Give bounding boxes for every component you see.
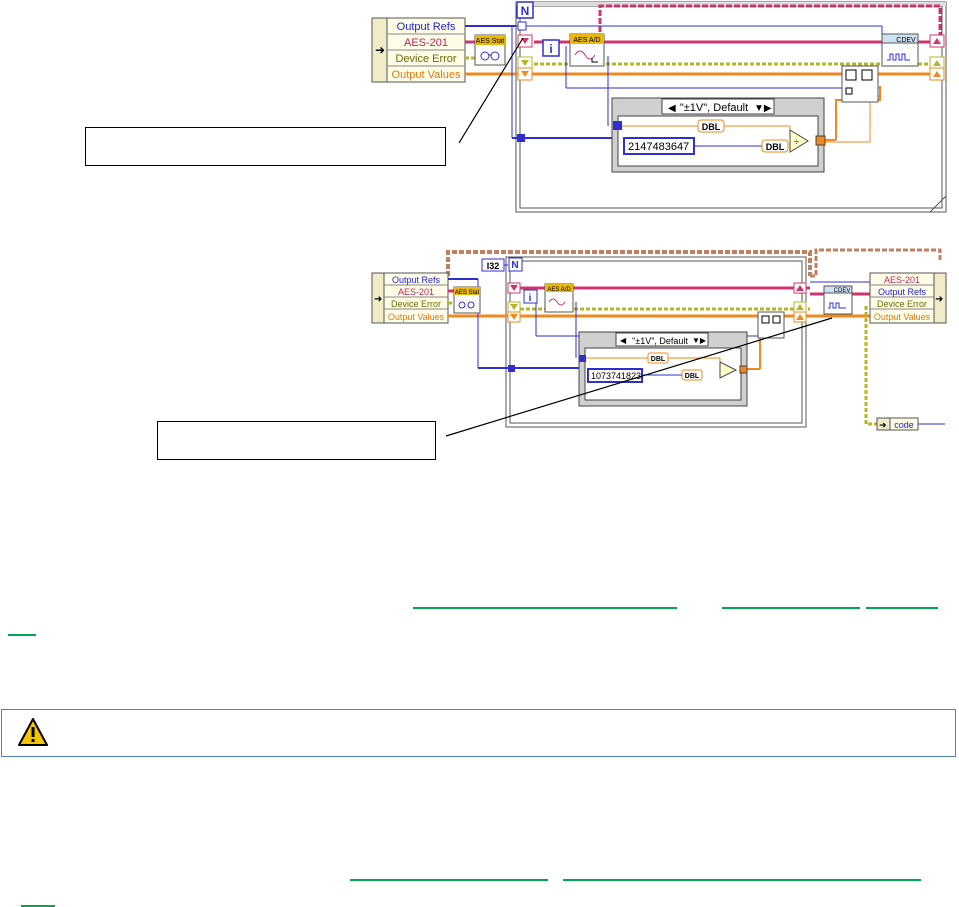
svg-text:➜: ➜ bbox=[374, 294, 382, 305]
svg-text:i: i bbox=[529, 293, 532, 304]
link-1[interactable] bbox=[413, 607, 677, 609]
svg-text:➜: ➜ bbox=[879, 420, 887, 430]
svg-text:1073741823: 1073741823 bbox=[591, 371, 641, 381]
svg-text:➜: ➜ bbox=[935, 294, 943, 305]
svg-text:◀: ◀ bbox=[620, 336, 627, 345]
output-cluster-bottom: ➜ AES-201 Output Refs Device Error Outpu… bbox=[869, 272, 947, 324]
warning-icon bbox=[18, 718, 48, 746]
iteration-terminal-bottom: i bbox=[523, 289, 538, 304]
svg-text:AES Stat: AES Stat bbox=[455, 290, 480, 296]
loop-tunnels-right-bottom bbox=[793, 282, 807, 323]
svg-text:AES-201: AES-201 bbox=[884, 275, 920, 285]
svg-text:I32: I32 bbox=[487, 261, 500, 271]
aes-stat-node-bottom: AES Stat bbox=[453, 286, 481, 314]
caution-note bbox=[1, 709, 956, 757]
svg-text:Output Values: Output Values bbox=[874, 312, 931, 322]
svg-text:AES A/D: AES A/D bbox=[547, 287, 571, 293]
link-3[interactable] bbox=[866, 607, 938, 609]
loop-count-terminal-bottom: N bbox=[508, 257, 523, 272]
link-4[interactable] bbox=[8, 634, 36, 636]
link-5[interactable] bbox=[350, 879, 548, 881]
svg-text:▼▶: ▼▶ bbox=[692, 336, 707, 345]
input-cluster-bottom: ➜ Output Refs AES-201 Device Error Outpu… bbox=[371, 272, 449, 324]
svg-text:DBL: DBL bbox=[685, 373, 700, 380]
svg-text:Device Error: Device Error bbox=[877, 299, 927, 309]
svg-text:Output Refs: Output Refs bbox=[392, 275, 441, 285]
svg-text:"±1V", Default: "±1V", Default bbox=[632, 336, 688, 346]
link-2[interactable] bbox=[722, 607, 860, 609]
svg-text:CDEV: CDEV bbox=[834, 288, 851, 294]
aes-ad-node-bottom: AES A/D bbox=[544, 283, 574, 313]
code-unbundle-node: ➜ code bbox=[876, 417, 919, 431]
svg-text:Output Values: Output Values bbox=[388, 312, 445, 322]
i32-constant: I32 bbox=[481, 258, 508, 272]
cdev-node-bottom: CDEV bbox=[823, 285, 853, 315]
svg-text:AES-201: AES-201 bbox=[398, 287, 434, 297]
callout-box-bottom bbox=[157, 421, 436, 460]
svg-text:Output Refs: Output Refs bbox=[878, 287, 927, 297]
svg-text:N: N bbox=[511, 260, 518, 271]
svg-text:code: code bbox=[894, 420, 914, 430]
svg-text:Device Error: Device Error bbox=[391, 299, 441, 309]
case-structure-bottom: ◀ "±1V", Default ▼▶ DBL 1073741823 DBL bbox=[578, 331, 748, 407]
link-6[interactable] bbox=[563, 879, 921, 881]
svg-text:DBL: DBL bbox=[651, 356, 666, 363]
block-diagram-bottom: ➜ Output Refs AES-201 Device Error Outpu… bbox=[371, 248, 947, 437]
